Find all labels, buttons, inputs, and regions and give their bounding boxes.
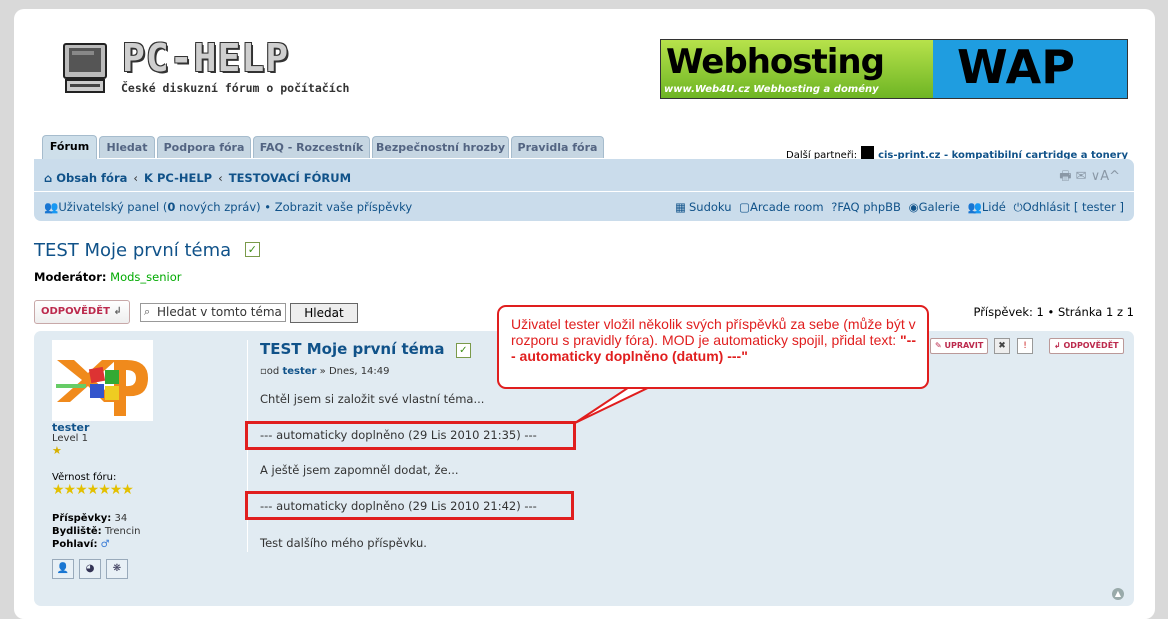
rank-star-icon: ★ bbox=[52, 444, 62, 457]
tab-faq[interactable]: FAQ - Rozcestník bbox=[253, 136, 370, 158]
breadcrumb-item[interactable]: K PC-HELP bbox=[144, 171, 212, 185]
loyalty-stars-icon: ★★★★★★★ bbox=[52, 482, 134, 498]
logo-title[interactable]: PC-HELP bbox=[122, 38, 289, 78]
post-title[interactable]: TEST Moje první téma ✓ bbox=[260, 340, 471, 358]
avatar bbox=[52, 340, 153, 421]
breadcrumb-item[interactable]: Obsah fóra bbox=[56, 171, 127, 185]
tab-pravidla[interactable]: Pravidla fóra bbox=[511, 136, 604, 158]
topic-title[interactable]: TEST Moje první téma ✓ bbox=[34, 240, 260, 261]
breadcrumb-sep: ‹ bbox=[133, 171, 139, 185]
moderator-line: Moderátor: Mods_senior bbox=[34, 270, 181, 284]
delete-icon[interactable]: ✖ bbox=[994, 338, 1010, 354]
highlight-box bbox=[245, 421, 576, 450]
user-panel-link[interactable]: Uživatelský panel (0 nových zpráv) bbox=[58, 200, 260, 214]
post-body-line: Chtěl jsem si založit své vlastní téma..… bbox=[260, 392, 485, 406]
banner-sub-text: www.Web4U.cz Webhosting a domény bbox=[664, 84, 879, 95]
checkbox-icon: ✓ bbox=[455, 343, 471, 358]
gallery-icon: ◉ bbox=[908, 200, 919, 214]
post-icon: ▫ bbox=[260, 366, 267, 377]
male-icon: ♂ bbox=[100, 539, 110, 550]
annotation-callout: Uživatel tester vložil několik svých pří… bbox=[497, 305, 929, 389]
post-body-line: Test dalšího mého příspěvku. bbox=[260, 536, 427, 550]
sudoku-icon: ▦ bbox=[675, 200, 686, 214]
page-tools[interactable]: 🖶 ✉ ∨A^ bbox=[1059, 167, 1120, 189]
sudoku-link[interactable]: Sudoku bbox=[689, 200, 732, 214]
report-icon[interactable]: ! bbox=[1017, 338, 1033, 354]
pagination: Příspěvek: 1 • Stránka 1 z 1 bbox=[973, 305, 1134, 319]
quick-links: ▦ Sudoku ▢Arcade room ?FAQ phpBB ◉Galerie… bbox=[671, 200, 1124, 215]
search-input[interactable]: Hledat v tomto téma bbox=[140, 303, 286, 322]
monitor-logo-icon bbox=[63, 43, 107, 93]
home-icon: ⌂ bbox=[44, 171, 53, 185]
gallery-link[interactable]: Galerie bbox=[919, 200, 960, 214]
highlight-box bbox=[245, 491, 574, 520]
logout-icon: ⏻ bbox=[1013, 200, 1023, 214]
flower-icon[interactable]: ❋ bbox=[106, 559, 128, 579]
banner-right-text: WAP bbox=[957, 40, 1075, 94]
post-author[interactable]: tester bbox=[282, 366, 316, 377]
partner-logo-icon bbox=[861, 146, 875, 159]
post-profile-info: Příspěvky: 34 Bydliště: Trencin Pohlaví:… bbox=[52, 513, 141, 550]
user-links: 👥Uživatelský panel (0 nových zpráv) • Zo… bbox=[44, 200, 412, 214]
checkbox-icon: ✓ bbox=[244, 242, 260, 257]
tab-bezpecnost[interactable]: Bezpečnostní hrozby bbox=[372, 136, 509, 158]
moderator-label: Moderátor: bbox=[34, 270, 107, 284]
tab-podpora[interactable]: Podpora fóra bbox=[157, 136, 251, 158]
faq-link[interactable]: FAQ phpBB bbox=[837, 200, 901, 214]
show-posts-link[interactable]: Zobrazit vaše příspěvky bbox=[275, 200, 412, 214]
webhosting-banner[interactable]: Webhosting WAP www.Web4U.cz Webhosting a… bbox=[660, 39, 1128, 99]
tab-hledat[interactable]: Hledat bbox=[99, 136, 155, 158]
logo-subtitle: České diskuzní fórum o počítačích bbox=[121, 81, 350, 95]
edit-button[interactable]: ✎ UPRAVIT bbox=[930, 338, 989, 354]
moderator-link[interactable]: Mods_senior bbox=[110, 270, 181, 284]
post-author-line: ▫od tester » Dnes, 14:49 bbox=[260, 366, 390, 377]
logout-link[interactable]: Odhlásit [ tester ] bbox=[1023, 200, 1124, 214]
reply-button[interactable]: ODPOVĚDĚT ↲ bbox=[34, 300, 130, 324]
breadcrumb-sep: ‹ bbox=[218, 171, 223, 185]
breadcrumb: ⌂ Obsah fóra ‹ K PC-HELP ‹ TESTOVACÍ FÓR… bbox=[44, 171, 351, 185]
navbar: ⌂ Obsah fóra ‹ K PC-HELP ‹ TESTOVACÍ FÓR… bbox=[34, 159, 1134, 221]
bullet: • bbox=[264, 200, 272, 214]
banner-left-text: Webhosting bbox=[666, 42, 885, 82]
post-body-line: A ještě jsem zapomněl dodat, že... bbox=[260, 463, 459, 477]
search-icon: ⌕ bbox=[144, 305, 151, 318]
tab-forum[interactable]: Fórum bbox=[42, 135, 97, 159]
breadcrumb-item[interactable]: TESTOVACÍ FÓRUM bbox=[229, 171, 351, 185]
post-level: Level 1 bbox=[52, 433, 88, 444]
user-panel-icon: 👥 bbox=[44, 200, 59, 214]
arcade-link[interactable]: Arcade room bbox=[750, 200, 824, 214]
reply-arrow-icon: ↲ bbox=[113, 306, 122, 317]
scroll-top-icon[interactable]: ▲ bbox=[1112, 588, 1124, 600]
post-reply-button[interactable]: ↲ ODPOVĚDĚT bbox=[1049, 338, 1124, 354]
people-link[interactable]: Lidé bbox=[982, 200, 1006, 214]
search-button[interactable]: Hledat bbox=[290, 303, 358, 323]
arcade-icon: ▢ bbox=[739, 200, 751, 214]
globe-icon[interactable]: ◕ bbox=[79, 559, 101, 579]
people-icon: 👥 bbox=[967, 200, 982, 214]
profile-icon[interactable]: 👤 bbox=[52, 559, 74, 579]
profile-icons: 👤 ◕ ❋ bbox=[52, 559, 133, 579]
